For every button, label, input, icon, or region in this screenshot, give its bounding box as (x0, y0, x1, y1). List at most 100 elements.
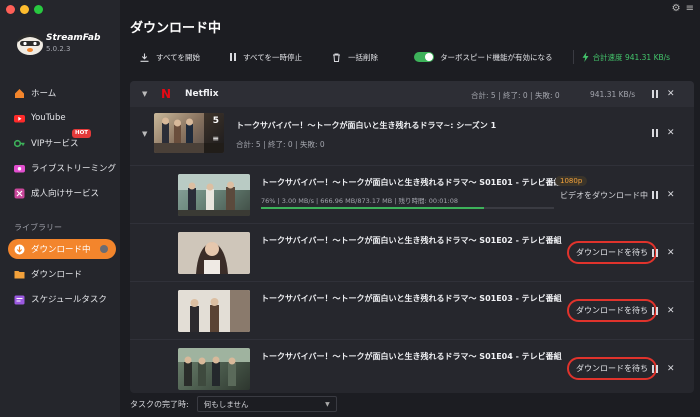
service-name: Netflix (185, 89, 219, 99)
season-title: トークサバイバー！～トークが面白いと生き残れるドラマ~: シーズン 1 (236, 121, 497, 130)
progress-info: 76% | 3.00 MB/s | 666.96 MB/873.17 MB | … (261, 197, 458, 205)
pause-icon[interactable] (652, 365, 658, 373)
waiting-status-pill: ダウンロードを待ち (567, 357, 657, 380)
sidebar-item-downloading[interactable]: ダウンロード中 (8, 239, 116, 259)
sidebar-item-adult[interactable]: 成人向けサービス (8, 183, 116, 203)
sidebar: StreamFab 5.0.2.3 ホーム YouTube VIPサービス HO… (0, 0, 120, 417)
download-list: ▼ N Netflix 合計: 5 | 終了: 0 | 失敗: 0 941.31… (130, 81, 694, 393)
total-speed-value: 合計速度 941.31 KB/s (592, 52, 671, 62)
minimize-window-button[interactable] (20, 5, 29, 14)
menu-icon[interactable]: ≡ (686, 3, 694, 14)
sidebar-item-label: VIPサービス (31, 139, 79, 149)
episode-title: トークサバイバー！～トークが面白いと生き残れるドラマ～ S01E03 - テレビ… (261, 294, 562, 303)
total-speed: 合計速度 941.31 KB/s (582, 52, 671, 63)
episode-row[interactable]: トークサバイバー！～トークが面白いと生き残れるドラマ～ S01E01 - テレビ… (130, 165, 694, 223)
close-icon[interactable]: ✕ (667, 128, 675, 138)
collapse-caret-icon[interactable]: ▼ (142, 90, 147, 98)
folder-icon (14, 269, 25, 280)
netflix-icon: N (161, 87, 172, 101)
waiting-status-pill: ダウンロードを待ち (567, 241, 657, 264)
sidebar-item-label: ダウンロード中 (31, 245, 91, 255)
quality-badge: 1080p (555, 176, 588, 186)
turbo-label: ターボスピード機能が有効になる (440, 52, 553, 62)
pause-icon[interactable] (652, 90, 658, 98)
season-stats: 合計: 5 | 終了: 0 | 失敗: 0 (236, 140, 325, 149)
toolbar: すべてを開始 すべてを一時停止 一括削除 ターボスピード機能が有効になる 合計速… (140, 48, 695, 66)
sidebar-item-vip[interactable]: VIPサービス HOT (8, 129, 116, 153)
start-all-button[interactable]: すべてを開始 (140, 52, 200, 63)
sidebar-item-home[interactable]: ホーム (8, 83, 116, 103)
service-speed: 941.31 KB/s (590, 90, 636, 99)
settings-gear-icon[interactable]: ⚙ (672, 3, 681, 14)
lightning-icon (582, 52, 589, 62)
page-title: ダウンロード中 (130, 21, 222, 36)
app-brand: StreamFab (46, 33, 101, 43)
completion-action-select[interactable]: 何もしません ▼ (196, 396, 337, 412)
service-row-netflix[interactable]: ▼ N Netflix 合計: 5 | 終了: 0 | 失敗: 0 941.31… (130, 81, 694, 107)
sidebar-item-youtube[interactable]: YouTube (8, 108, 116, 128)
sidebar-item-label: ライブストリーミング (31, 164, 117, 174)
pause-icon (230, 53, 237, 61)
trash-icon (333, 53, 341, 62)
close-icon[interactable]: ✕ (667, 306, 675, 316)
sidebar-item-label: ホーム (31, 89, 57, 99)
delete-all-button[interactable]: 一括削除 (332, 52, 378, 63)
close-icon[interactable]: ✕ (667, 190, 675, 200)
toolbar-divider (572, 50, 574, 64)
season-count-badge: 5 (212, 116, 219, 126)
episode-row[interactable]: トークサバイバー！～トークが面白いと生き残れるドラマ～ S01E04 - テレビ… (130, 339, 694, 393)
turbo-toggle[interactable] (414, 52, 435, 62)
waiting-status-pill: ダウンロードを待ち (567, 299, 657, 322)
top-right-controls: ⚙ ≡ (672, 3, 694, 14)
completion-action-label: タスクの完了時: (130, 399, 189, 409)
sidebar-item-label: ダウンロード (31, 270, 83, 280)
pause-all-label: すべてを一時停止 (243, 52, 303, 62)
start-all-label: すべてを開始 (156, 52, 201, 62)
pause-all-button[interactable]: すべてを一時停止 (230, 52, 302, 63)
close-icon[interactable]: ✕ (667, 89, 675, 99)
window-controls (6, 5, 43, 14)
episode-status: ビデオをダウンロード中 (560, 191, 648, 200)
sidebar-item-label: 成人向けサービス (31, 189, 100, 199)
app-version: 5.0.2.3 (46, 45, 71, 53)
pause-icon[interactable] (652, 129, 658, 137)
pause-icon[interactable] (652, 249, 658, 257)
download-tray-icon (140, 53, 149, 62)
episode-title: トークサバイバー！～トークが面白いと生き残れるドラマ～ S01E01 - テレビ… (261, 178, 562, 187)
list-icon: ≡ (212, 134, 219, 143)
episode-row[interactable]: トークサバイバー！～トークが面白いと生き残れるドラマ～ S01E02 - テレビ… (130, 223, 694, 281)
progress-bar (261, 207, 554, 209)
completion-action: タスクの完了時: 何もしません ▼ (130, 396, 337, 412)
episode-thumbnail (178, 348, 250, 390)
sidebar-item-label: スケジュールタスク (31, 295, 107, 305)
home-icon (14, 88, 25, 99)
progress-fill (261, 207, 484, 209)
pause-icon[interactable] (652, 307, 658, 315)
episode-title: トークサバイバー！～トークが面白いと生き残れるドラマ～ S01E04 - テレビ… (261, 352, 562, 361)
library-section-label: ライブラリー (14, 223, 62, 232)
season-thumbnail: 5 ≡ (154, 113, 224, 153)
delete-all-label: 一括削除 (348, 52, 379, 62)
close-icon[interactable]: ✕ (667, 248, 675, 258)
sidebar-item-downloaded[interactable]: ダウンロード (8, 264, 116, 284)
streamfab-logo-icon (17, 34, 43, 55)
youtube-icon (14, 113, 25, 124)
close-window-button[interactable] (6, 5, 15, 14)
service-stats: 合計: 5 | 終了: 0 | 失敗: 0 (471, 91, 560, 100)
chevron-down-icon: ▼ (325, 400, 330, 408)
adult-icon (14, 188, 25, 199)
sidebar-item-live[interactable]: ライブストリーミング (8, 158, 116, 178)
collapse-caret-icon[interactable]: ▼ (142, 130, 147, 138)
close-icon[interactable]: ✕ (667, 364, 675, 374)
active-indicator-icon (100, 245, 108, 253)
live-icon (14, 163, 25, 174)
vip-key-icon (14, 138, 25, 149)
episode-row[interactable]: トークサバイバー！～トークが面白いと生き残れるドラマ～ S01E03 - テレビ… (130, 281, 694, 339)
zoom-window-button[interactable] (34, 5, 43, 14)
main-content: ⚙ ≡ ダウンロード中 すべてを開始 すべてを一時停止 一括削除 ターボスピード… (120, 0, 700, 417)
sidebar-item-schedule[interactable]: スケジュールタスク (8, 289, 116, 309)
episode-thumbnail (178, 290, 250, 332)
season-row[interactable]: ▼ 5 ≡ トークサバイバー！～トークが面白いと生き残れるドラマ~: シーズン … (130, 108, 694, 158)
download-icon (14, 244, 25, 255)
pause-icon[interactable] (652, 191, 658, 199)
